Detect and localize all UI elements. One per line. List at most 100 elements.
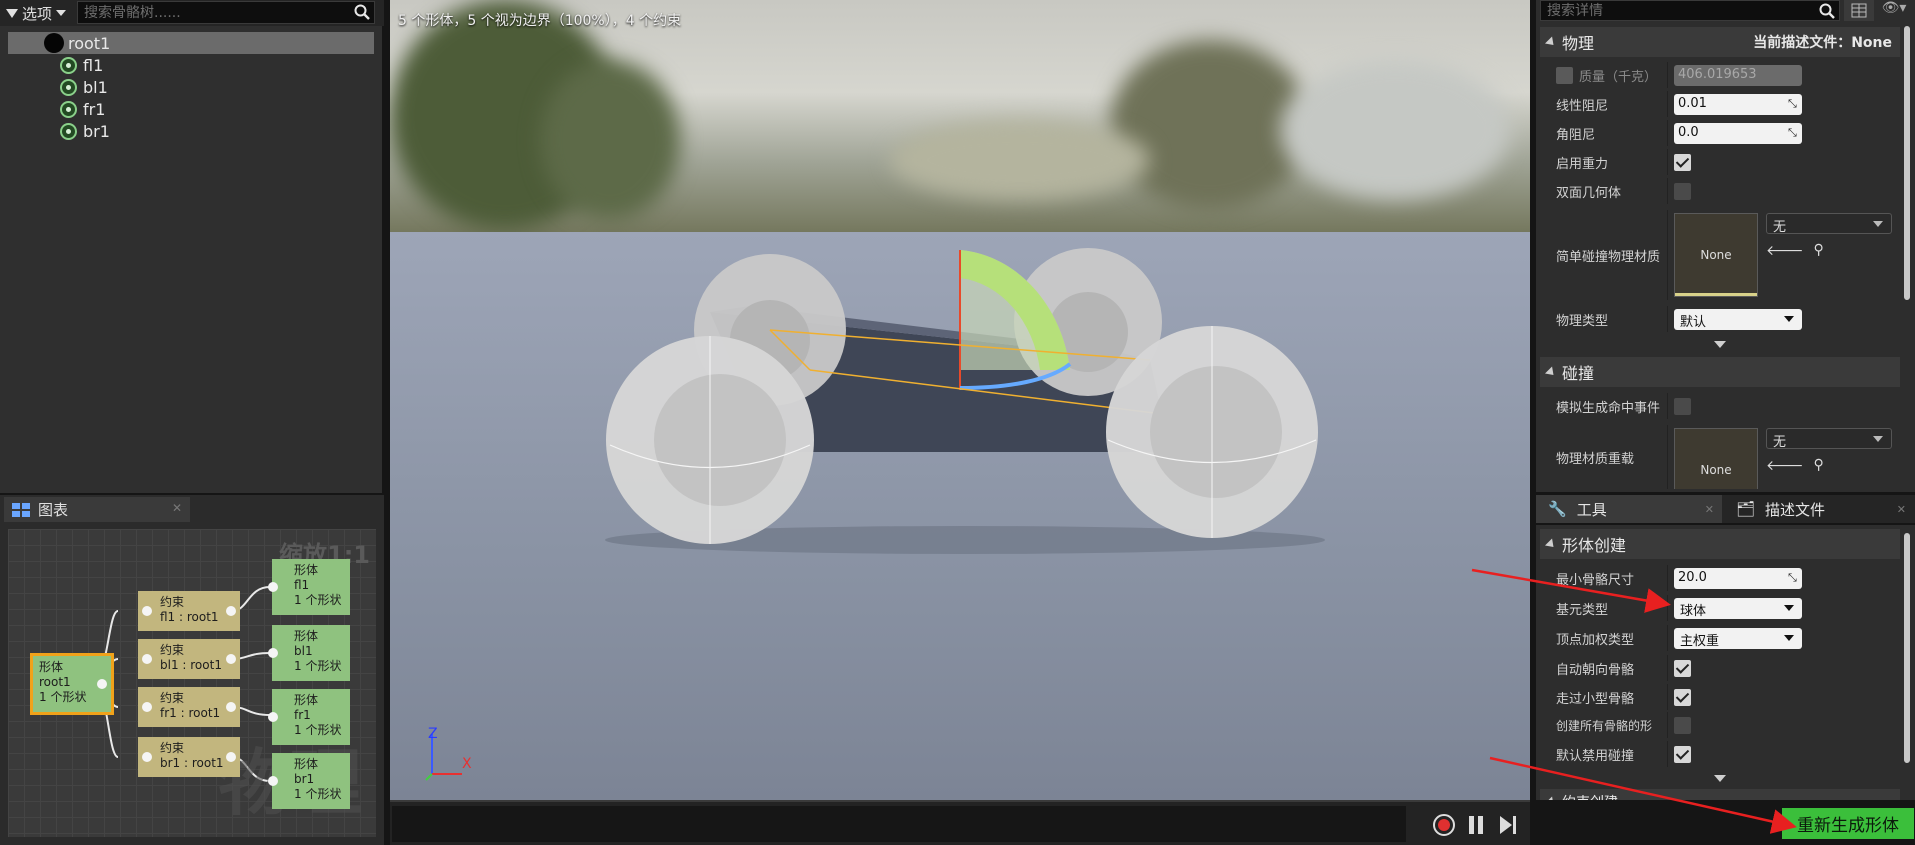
input-pin[interactable] [268, 582, 278, 592]
output-pin[interactable] [226, 752, 236, 762]
output-pin[interactable] [226, 606, 236, 616]
output-pin[interactable] [226, 654, 236, 664]
skeleton-search-input[interactable] [78, 2, 348, 23]
prop-label: 质量（千克） [1579, 69, 1658, 85]
viewport-scene[interactable]: 5 个形体，5 个视为边界（100%），4 个约束 Z X [390, 0, 1530, 800]
options-button[interactable]: 选项 [0, 0, 72, 26]
sim-hit-events-checkbox[interactable] [1674, 397, 1691, 415]
prop-label: 自动朝向骨骼 [1540, 655, 1668, 681]
input-pin[interactable] [142, 606, 152, 616]
pause-icon[interactable] [1464, 813, 1488, 837]
search-icon[interactable] [354, 4, 370, 20]
section-collision[interactable]: 碰撞 [1540, 357, 1900, 387]
tree-item-fr1[interactable]: fr1 [8, 98, 374, 120]
graph-node-constraint[interactable]: 约束 fl1 : root1 [138, 591, 240, 631]
prop-label: 默认禁用碰撞 [1540, 741, 1668, 767]
graph-node-body[interactable]: 形体 br1 1 个形状 [268, 753, 350, 809]
search-icon[interactable] [1819, 3, 1835, 19]
graph-node-constraint[interactable]: 约束 bl1 : root1 [138, 639, 240, 679]
browse-search-icon[interactable]: ⚲ [1814, 242, 1824, 259]
tree-item-bl1[interactable]: bl1 [8, 76, 374, 98]
enable-gravity-checkbox[interactable] [1674, 153, 1691, 171]
node-title: 形体 [294, 757, 319, 771]
graph-node-body[interactable]: 形体 bl1 1 个形状 [268, 625, 350, 681]
use-selected-arrow-icon[interactable]: 🡐 [1766, 457, 1804, 474]
angular-damping-field[interactable]: 0.0 ⤡ [1674, 122, 1802, 144]
material-thumbnail[interactable]: None [1674, 428, 1758, 489]
drag-arrows-icon: ⤡ [1788, 570, 1797, 584]
create-all-bones-checkbox[interactable] [1674, 716, 1691, 734]
details-scrollbar[interactable] [1904, 26, 1910, 300]
vertex-weight-dropdown[interactable]: 主权重 [1674, 627, 1802, 649]
tab-profile[interactable]: 🗂 描述文件 ✕ [1724, 495, 1914, 523]
details-search-input[interactable] [1541, 1, 1811, 20]
eye-icon[interactable]: 👁▾ [1876, 0, 1912, 21]
graph-node-body[interactable]: 形体 fr1 1 个形状 [268, 689, 350, 745]
tree-item-fl1[interactable]: fl1 [8, 54, 374, 76]
collapse-icon [1544, 795, 1558, 800]
close-icon[interactable]: ✕ [172, 501, 182, 515]
input-pin[interactable] [268, 712, 278, 722]
regenerate-bodies-button[interactable]: 重新生成形体 [1782, 808, 1914, 839]
graph-canvas[interactable]: 缩放1:1 物理 形体 root1 1 个形状 约束 fl1 : root1 约… [8, 529, 376, 837]
node-bones: fr1 : root1 [160, 706, 221, 720]
physics-type-dropdown[interactable]: 默认 [1674, 308, 1802, 330]
output-pin[interactable] [226, 702, 236, 712]
graph-node-constraint[interactable]: 约束 fr1 : root1 [138, 687, 240, 727]
physics-asset-preview[interactable] [390, 0, 1530, 800]
section-constraint-creation[interactable]: 约束创建 [1540, 789, 1900, 800]
input-pin[interactable] [142, 702, 152, 712]
use-selected-arrow-icon[interactable]: 🡐 [1766, 242, 1804, 259]
material-thumbnail[interactable]: None [1674, 213, 1758, 297]
3d-viewport[interactable]: 5 个形体，5 个视为边界（100%），4 个约束 Z X [390, 0, 1530, 845]
close-icon[interactable]: ✕ [1705, 503, 1714, 516]
prop-double-sided: 双面几何体 [1540, 178, 1900, 204]
material-combo[interactable]: 无 [1766, 213, 1892, 235]
graph-node-root-body[interactable]: 形体 root1 1 个形状 [30, 653, 114, 715]
section-body-creation[interactable]: 形体创建 [1540, 529, 1900, 559]
tree-item-label: fl1 [83, 55, 104, 75]
material-override-combo[interactable]: 无 [1766, 428, 1892, 450]
tree-item-root1[interactable]: root1 [8, 32, 374, 54]
walk-small-bones-checkbox[interactable] [1674, 688, 1691, 706]
advanced-expander[interactable] [1540, 772, 1900, 786]
graph-node-constraint[interactable]: 约束 br1 : root1 [138, 737, 240, 777]
advanced-expander[interactable] [1540, 338, 1900, 352]
input-pin[interactable] [142, 654, 152, 664]
record-icon[interactable] [1432, 813, 1456, 837]
graph-node-body[interactable]: 形体 fl1 1 个形状 [268, 559, 350, 615]
double-sided-checkbox[interactable] [1674, 182, 1691, 200]
node-bone: br1 [294, 772, 315, 786]
disable-collision-checkbox[interactable] [1674, 745, 1691, 763]
section-physics[interactable]: 物理 当前描述文件：None [1540, 27, 1900, 57]
tools-scrollbar[interactable] [1904, 533, 1910, 763]
graph-tab-label: 图表 [38, 501, 69, 519]
tree-item-br1[interactable]: br1 [8, 120, 374, 142]
playback-bar [390, 800, 1530, 845]
input-pin[interactable] [268, 648, 278, 658]
profile-icon: 🗂 [1736, 500, 1756, 518]
prop-label: 基元类型 [1540, 595, 1668, 621]
prop-label: 简单碰撞物理材质 [1540, 210, 1668, 300]
output-pin[interactable] [97, 679, 107, 689]
field-value: 20.0 [1678, 569, 1707, 585]
bone-body-icon [60, 100, 77, 118]
tab-tools[interactable]: 🔧 工具 ✕ [1536, 495, 1722, 523]
min-bone-size-field[interactable]: 20.0 ⤡ [1674, 567, 1802, 589]
browse-search-icon[interactable]: ⚲ [1814, 457, 1824, 474]
tab-graph[interactable]: 图表 ✕ [4, 497, 190, 522]
chevron-down-icon [1873, 221, 1883, 227]
primitive-type-dropdown[interactable]: 球体 [1674, 597, 1802, 619]
timeline-track[interactable] [392, 806, 1406, 842]
prop-label: 启用重力 [1540, 149, 1668, 175]
input-pin[interactable] [142, 752, 152, 762]
grid-view-icon[interactable] [1844, 0, 1874, 21]
step-forward-icon[interactable] [1496, 813, 1520, 837]
node-title: 形体 [294, 629, 319, 643]
prop-label: 创建所有骨骼的形 [1540, 712, 1668, 738]
input-pin[interactable] [268, 776, 278, 786]
linear-damping-field[interactable]: 0.01 ⤡ [1674, 93, 1802, 115]
mass-override-checkbox[interactable] [1556, 66, 1573, 84]
close-icon[interactable]: ✕ [1897, 503, 1906, 516]
auto-orient-checkbox[interactable] [1674, 659, 1691, 677]
